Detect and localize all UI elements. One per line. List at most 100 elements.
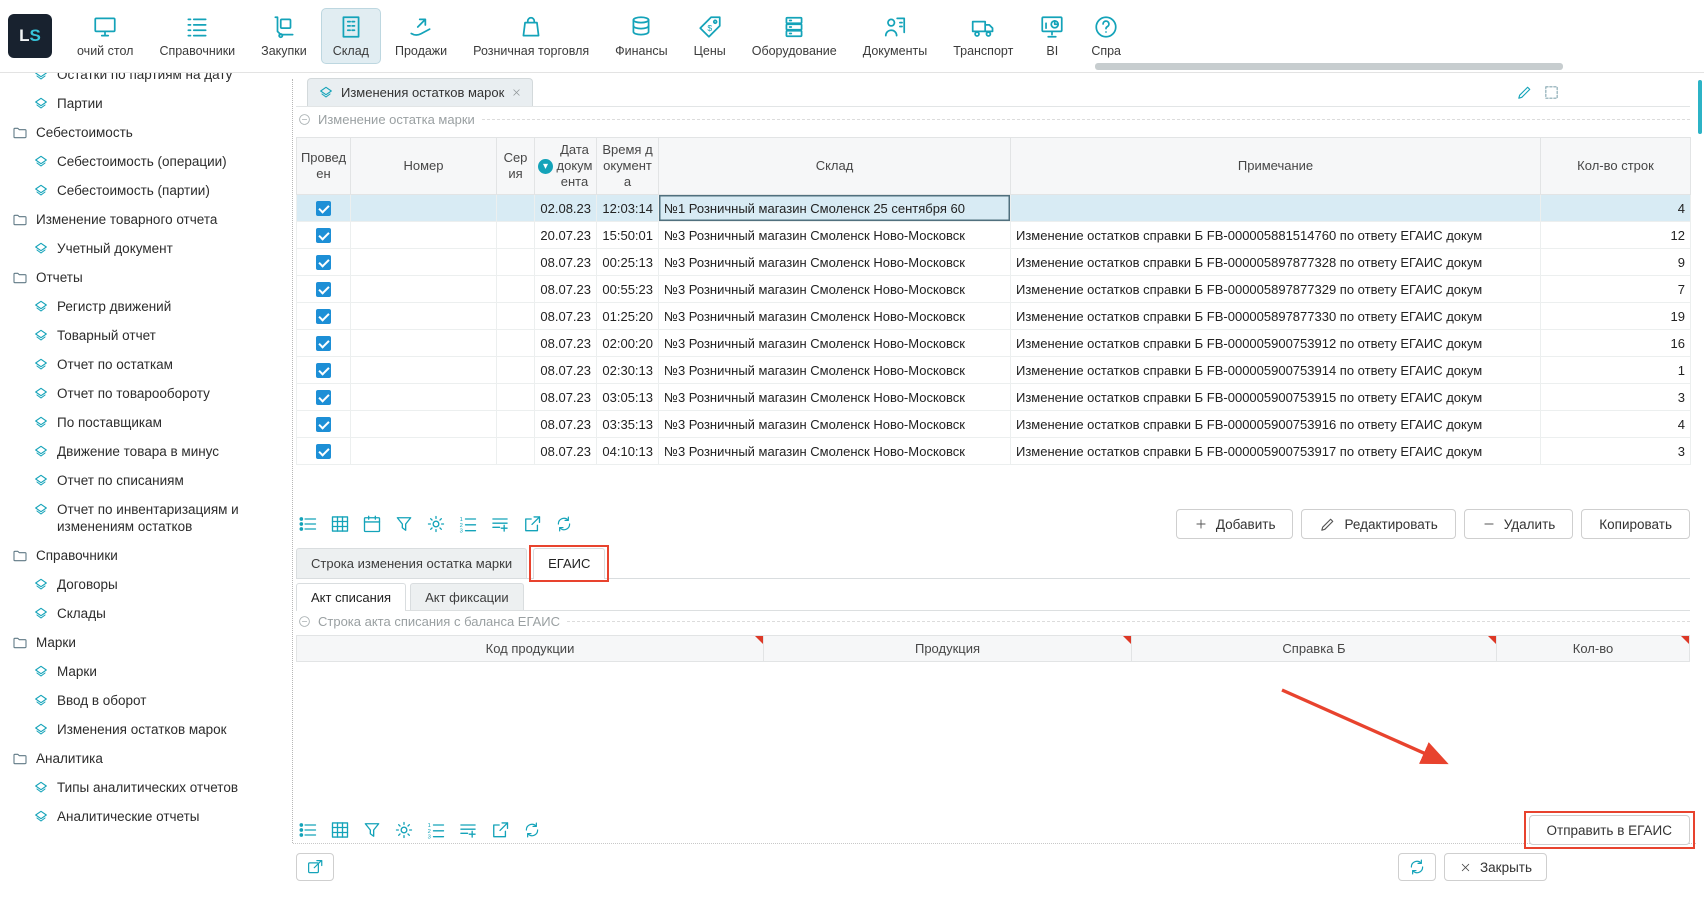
checkbox-checked[interactable]: [316, 390, 331, 405]
calendar-icon[interactable]: [360, 512, 384, 536]
checkbox-checked[interactable]: [316, 282, 331, 297]
checkbox-checked[interactable]: [316, 228, 331, 243]
numbered-list-icon[interactable]: 123: [456, 512, 480, 536]
column-header[interactable]: Проведен: [297, 138, 351, 195]
open-form-button[interactable]: [296, 853, 334, 881]
add-row-icon[interactable]: [488, 512, 512, 536]
subtab-write-off-act[interactable]: Акт списания: [296, 583, 406, 610]
table-row[interactable]: 02.08.2312:03:14№1 Розничный магазин Смо…: [297, 195, 1691, 222]
add-row-icon[interactable]: [456, 818, 480, 842]
nav-item-catalogs[interactable]: Справочники: [147, 8, 247, 64]
nav-item-documents[interactable]: Документы: [851, 8, 939, 64]
sidebar-item-folder[interactable]: Изменение товарного отчета: [0, 205, 288, 234]
column-header[interactable]: Серия: [497, 138, 535, 195]
checkbox-checked[interactable]: [316, 444, 331, 459]
tab-close-icon[interactable]: [511, 87, 522, 98]
sidebar-item-leaf[interactable]: По поставщикам: [0, 408, 288, 437]
tab-mark-row[interactable]: Строка изменения остатка марки: [296, 548, 527, 578]
sidebar-item-folder[interactable]: Справочники: [0, 541, 288, 570]
column-header[interactable]: ▾Дата документа: [535, 138, 597, 195]
column-header[interactable]: Продукция: [764, 635, 1132, 662]
copy-button[interactable]: Копировать: [1581, 509, 1690, 539]
sidebar-item-leaf[interactable]: Отчет по списаниям: [0, 466, 288, 495]
grid-icon[interactable]: [328, 818, 352, 842]
nav-item-help[interactable]: Спра: [1079, 8, 1133, 64]
sidebar-item-leaf[interactable]: Остатки по партиям на дату: [0, 73, 288, 89]
nav-item-finance[interactable]: Финансы: [603, 8, 679, 64]
app-logo[interactable]: LS: [8, 14, 52, 58]
filter-icon[interactable]: [392, 512, 416, 536]
column-header[interactable]: Кол-во строк: [1541, 138, 1691, 195]
checkbox-checked[interactable]: [316, 309, 331, 324]
column-header[interactable]: Склад: [659, 138, 1011, 195]
sort-desc-icon[interactable]: ▾: [538, 159, 553, 174]
checkbox-checked[interactable]: [316, 201, 331, 216]
nav-item-purchases[interactable]: Закупки: [249, 8, 319, 64]
nav-item-bi[interactable]: BI: [1027, 8, 1077, 64]
table-row[interactable]: 20.07.2315:50:01№3 Розничный магазин Смо…: [297, 222, 1691, 249]
sidebar-item-folder[interactable]: Себестоимость: [0, 118, 288, 147]
table-row[interactable]: 08.07.2302:00:20№3 Розничный магазин Смо…: [297, 330, 1691, 357]
refresh-button[interactable]: [1398, 853, 1436, 881]
sidebar-item-leaf[interactable]: Партии: [0, 89, 288, 118]
checkbox-checked[interactable]: [316, 336, 331, 351]
nav-item-warehouse[interactable]: Склад: [321, 8, 381, 64]
nav-item-desktop[interactable]: очий стол: [65, 8, 145, 64]
column-header[interactable]: Номер: [351, 138, 497, 195]
add-button[interactable]: Добавить: [1176, 509, 1294, 539]
column-header[interactable]: Время документа: [597, 138, 659, 195]
sidebar-item-leaf[interactable]: Товарный отчет: [0, 321, 288, 350]
column-header[interactable]: Примечание: [1011, 138, 1541, 195]
table-row[interactable]: 08.07.2302:30:13№3 Розничный магазин Смо…: [297, 357, 1691, 384]
nav-item-prices[interactable]: $Цены: [682, 8, 738, 64]
sidebar-item-leaf[interactable]: Отчет по инвентаризациям и изменениям ос…: [0, 495, 288, 541]
fullscreen-icon[interactable]: [1543, 84, 1560, 101]
table-row[interactable]: 08.07.2300:25:13№3 Розничный магазин Смо…: [297, 249, 1691, 276]
bulleted-list-icon[interactable]: [296, 818, 320, 842]
collapse-icon[interactable]: [298, 615, 311, 628]
nav-item-sales[interactable]: Продажи: [383, 8, 459, 64]
edit-button[interactable]: Редактировать: [1301, 509, 1455, 539]
sidebar-item-leaf[interactable]: Регистр движений: [0, 292, 288, 321]
refresh-icon[interactable]: [520, 818, 544, 842]
sidebar-item-leaf[interactable]: Склады: [0, 599, 288, 628]
nav-item-retail[interactable]: Розничная торговля: [461, 8, 601, 64]
settings-gear-icon[interactable]: [392, 818, 416, 842]
sidebar-item-folder[interactable]: Отчеты: [0, 263, 288, 292]
column-header[interactable]: Код продукции: [296, 635, 764, 662]
collapse-icon[interactable]: [298, 113, 311, 126]
table-row[interactable]: 08.07.2304:10:13№3 Розничный магазин Смо…: [297, 438, 1691, 465]
sidebar-item-leaf[interactable]: Договоры: [0, 570, 288, 599]
sidebar-item-folder[interactable]: Аналитика: [0, 744, 288, 773]
tab-egais[interactable]: ЕГАИС: [533, 548, 605, 578]
sidebar-item-leaf[interactable]: Движение товара в минус: [0, 437, 288, 466]
table-row[interactable]: 08.07.2303:05:13№3 Розничный магазин Смо…: [297, 384, 1691, 411]
send-to-egais-button[interactable]: Отправить в ЕГАИС: [1529, 815, 1690, 845]
nav-item-transport[interactable]: Транспорт: [941, 8, 1025, 64]
export-icon[interactable]: [520, 512, 544, 536]
checkbox-checked[interactable]: [316, 417, 331, 432]
column-header[interactable]: Кол-во: [1497, 635, 1690, 662]
settings-gear-icon[interactable]: [424, 512, 448, 536]
refresh-icon[interactable]: [552, 512, 576, 536]
sidebar-item-leaf[interactable]: Отчет по товарообороту: [0, 379, 288, 408]
table-row[interactable]: 08.07.2300:55:23№3 Розничный магазин Смо…: [297, 276, 1691, 303]
checkbox-checked[interactable]: [316, 255, 331, 270]
filter-icon[interactable]: [360, 818, 384, 842]
sidebar-item-leaf[interactable]: Отчет по остаткам: [0, 350, 288, 379]
checkbox-checked[interactable]: [316, 363, 331, 378]
export-icon[interactable]: [488, 818, 512, 842]
sidebar-item-leaf[interactable]: Ввод в оборот: [0, 686, 288, 715]
document-tab[interactable]: Изменения остатков марок: [307, 78, 533, 106]
sidebar-item-leaf[interactable]: Учетный документ: [0, 234, 288, 263]
toolbar-scrollbar[interactable]: [1095, 63, 1563, 70]
vertical-scrollbar-thumb[interactable]: [1698, 80, 1702, 134]
grid-icon[interactable]: [328, 512, 352, 536]
sidebar-item-leaf[interactable]: Марки: [0, 657, 288, 686]
edit-pencil-icon[interactable]: [1516, 84, 1533, 101]
sidebar-item-leaf[interactable]: Типы аналитических отчетов: [0, 773, 288, 802]
delete-button[interactable]: Удалить: [1464, 509, 1574, 539]
sidebar-item-folder[interactable]: Марки: [0, 628, 288, 657]
nav-item-equipment[interactable]: Оборудование: [740, 8, 849, 64]
sidebar-item-leaf[interactable]: Аналитические отчеты: [0, 802, 288, 831]
